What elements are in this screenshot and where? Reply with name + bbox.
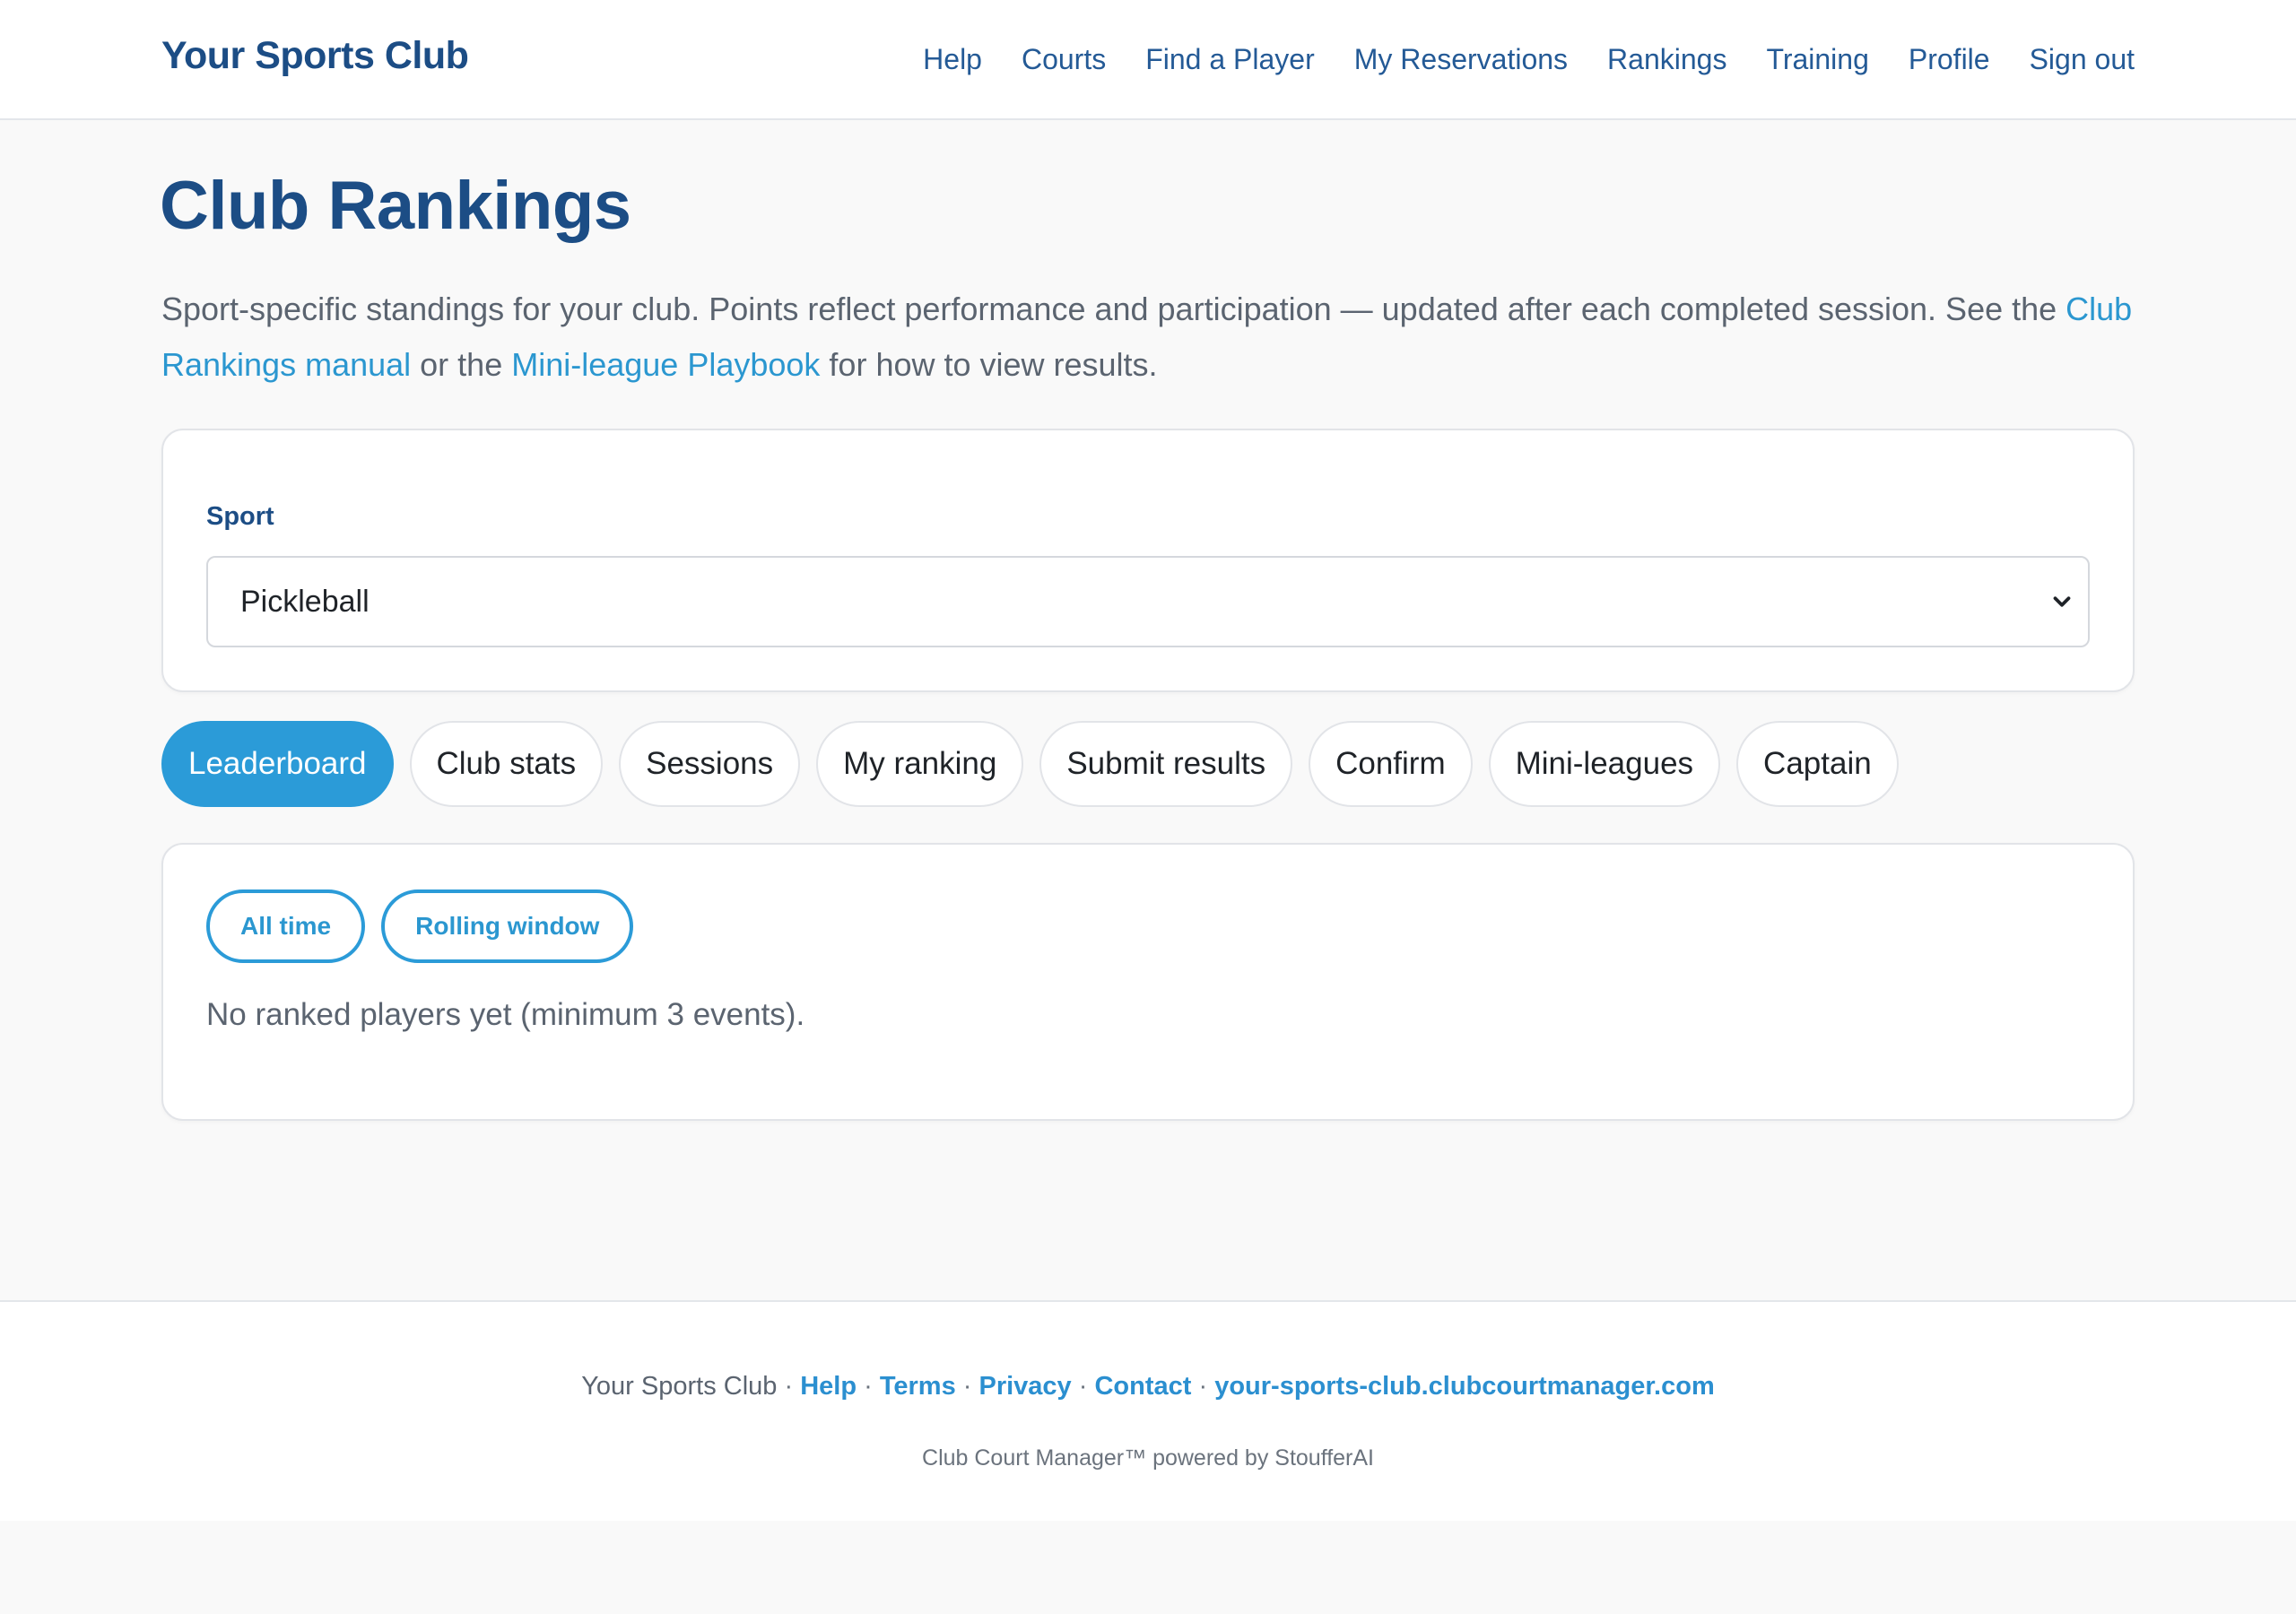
tab-mini-leagues[interactable]: Mini-leagues <box>1488 721 1721 807</box>
tab-confirm[interactable]: Confirm <box>1309 721 1473 807</box>
intro-text-3: for how to view results. <box>820 346 1158 383</box>
tab-my-ranking[interactable]: My ranking <box>816 721 1024 807</box>
nav-courts[interactable]: Courts <box>1022 43 1106 76</box>
time-range-filters: All time Rolling window <box>206 889 634 963</box>
nav-find-a-player[interactable]: Find a Player <box>1145 43 1315 76</box>
footer-club-name: Your Sports Club <box>581 1372 778 1401</box>
footer-site-link[interactable]: your-sports-club.clubcourtmanager.com <box>1214 1372 1715 1401</box>
sport-filter-card: Sport Pickleball <box>161 429 2135 692</box>
mini-league-playbook-link[interactable]: Mini-league Playbook <box>511 346 820 383</box>
tab-captain[interactable]: Captain <box>1736 721 1899 807</box>
top-navbar: Your Sports Club Help Courts Find a Play… <box>0 0 2296 120</box>
nav-training[interactable]: Training <box>1766 43 1868 76</box>
intro-text-1: Sport-specific standings for your club. … <box>161 291 2066 327</box>
leaderboard-card: All time Rolling window No ranked player… <box>161 843 2135 1121</box>
sport-select[interactable]: Pickleball <box>206 556 2090 647</box>
page-footer: Your Sports Club · Help · Terms · Privac… <box>0 1300 2296 1521</box>
footer-terms-link[interactable]: Terms <box>880 1372 956 1401</box>
chevron-down-icon <box>2053 596 2071 607</box>
powered-by-text: Club Court Manager™ powered by StoufferA… <box>922 1445 1374 1471</box>
footer-privacy-link[interactable]: Privacy <box>978 1372 1071 1401</box>
intro-text-2: or the <box>411 346 512 383</box>
tab-submit-results[interactable]: Submit results <box>1039 721 1293 807</box>
nav-help[interactable]: Help <box>923 43 982 76</box>
page-title: Club Rankings <box>160 168 631 244</box>
page-intro: Sport-specific standings for your club. … <box>161 282 2152 393</box>
tab-leaderboard[interactable]: Leaderboard <box>161 721 394 807</box>
main-nav: Help Courts Find a Player My Reservation… <box>923 43 2135 76</box>
sport-select-value: Pickleball <box>240 585 370 619</box>
nav-my-reservations[interactable]: My Reservations <box>1354 43 1568 76</box>
nav-profile[interactable]: Profile <box>1909 43 1990 76</box>
tab-club-stats[interactable]: Club stats <box>409 721 604 807</box>
nav-rankings[interactable]: Rankings <box>1607 43 1726 76</box>
rolling-window-button[interactable]: Rolling window <box>381 889 634 963</box>
footer-contact-link[interactable]: Contact <box>1094 1372 1191 1401</box>
rankings-tabs: Leaderboard Club stats Sessions My ranki… <box>161 721 1899 807</box>
brand-logo-link[interactable]: Your Sports Club <box>161 34 469 78</box>
footer-links: Your Sports Club · Help · Terms · Privac… <box>581 1372 1715 1401</box>
tab-sessions[interactable]: Sessions <box>619 721 801 807</box>
empty-state-message: No ranked players yet (minimum 3 events)… <box>206 997 805 1032</box>
all-time-button[interactable]: All time <box>206 889 366 963</box>
sport-label: Sport <box>206 502 274 531</box>
nav-sign-out[interactable]: Sign out <box>2030 43 2135 76</box>
footer-help-link[interactable]: Help <box>800 1372 857 1401</box>
